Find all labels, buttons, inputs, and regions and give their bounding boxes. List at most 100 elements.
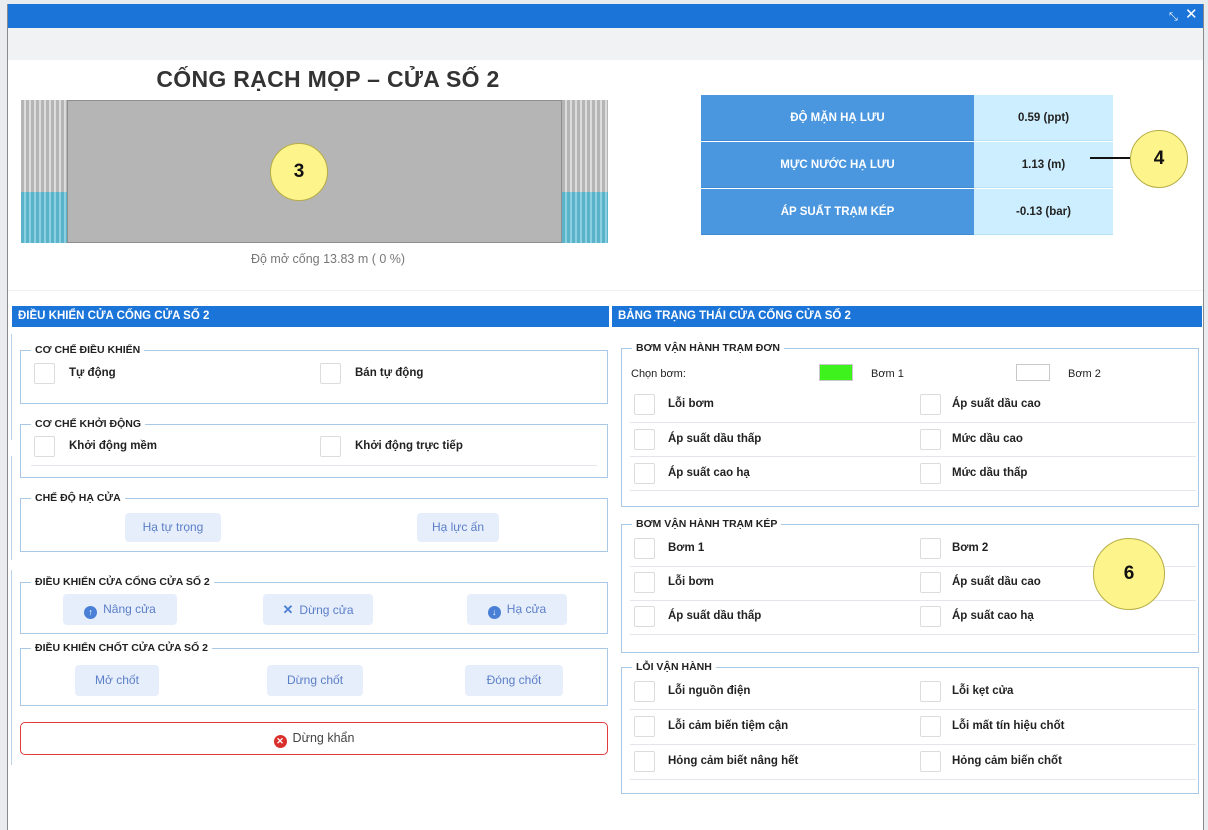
panel-edge bbox=[8, 570, 12, 765]
right-pillar bbox=[562, 100, 608, 243]
status-label: Áp suất cao hạ bbox=[668, 467, 750, 479]
option-label: Tự động bbox=[69, 367, 116, 379]
row-divider bbox=[630, 422, 1196, 423]
page-title: CỐNG RẠCH MỌP – CỬA SỐ 2 bbox=[156, 66, 500, 92]
auto-checkbox[interactable] bbox=[34, 363, 55, 384]
button-label: Dừng cửa bbox=[299, 603, 354, 617]
x-icon: ✕ bbox=[282, 602, 294, 617]
pump2-indicator bbox=[1016, 364, 1050, 381]
status-label: Áp suất dầu thấp bbox=[668, 610, 762, 622]
gate-control-group: ĐIỀU KHIỂN CỬA CỐNG CỬA SỐ 2 ↑ Nâng cửa ✕… bbox=[20, 575, 608, 634]
lower-gate-button[interactable]: ↓ Hạ cửa bbox=[467, 594, 567, 625]
sensor-label: MỰC NƯỚC HẠ LƯU bbox=[701, 142, 974, 188]
sensor-row: ĐỘ MẶN HẠ LƯU 0.59 (ppt) bbox=[701, 95, 1113, 142]
status-indicator bbox=[920, 751, 941, 772]
status-label: Lỗi mất tín hiệu chốt bbox=[952, 720, 1065, 732]
status-indicator bbox=[634, 463, 655, 484]
force-lower-button[interactable]: Hạ lực ấn bbox=[417, 513, 499, 542]
arrow-down-circle-icon: ↓ bbox=[487, 606, 501, 619]
status-label: Lỗi cảm biến tiệm cận bbox=[668, 720, 789, 732]
group-title: ĐIỀU KHIỂN CỬA CỐNG CỬA SỐ 2 bbox=[31, 575, 214, 589]
x-circle-icon: ✕ bbox=[273, 735, 287, 748]
panel-edge bbox=[8, 456, 12, 560]
status-indicator bbox=[920, 716, 941, 737]
stop-latch-button[interactable]: Dừng chốt bbox=[267, 665, 363, 696]
pump-label: Bơm 1 bbox=[871, 368, 904, 380]
option-label: Khởi động trực tiếp bbox=[355, 440, 463, 452]
gravity-lower-button[interactable]: Hạ tự trọng bbox=[125, 513, 221, 542]
control-section-header: ĐIỀU KHIỂN CỬA CỐNG CỬA SỐ 2 bbox=[12, 306, 609, 327]
sensor-label: ÁP SUẤT TRẠM KÉP bbox=[701, 189, 974, 235]
status-indicator bbox=[634, 716, 655, 737]
direct-start-checkbox[interactable] bbox=[320, 436, 341, 457]
row-divider bbox=[630, 634, 1196, 635]
status-indicator bbox=[920, 429, 941, 450]
status-label: Áp suất dầu cao bbox=[952, 576, 1041, 588]
lowering-mode-group: CHẾ ĐỘ HẠ CỬA Hạ tự trọng Hạ lực ấn bbox=[20, 491, 608, 552]
status-indicator bbox=[634, 538, 655, 559]
row-divider bbox=[630, 709, 1196, 710]
status-indicator bbox=[634, 751, 655, 772]
button-label: Dừng khẩn bbox=[292, 731, 355, 745]
soft-start-checkbox[interactable] bbox=[34, 436, 55, 457]
gate-opening-text: Độ mở cống 13.83 m ( 0 %) bbox=[250, 252, 406, 266]
group-title: CHẾ ĐỘ HẠ CỬA bbox=[31, 491, 125, 505]
semi-auto-checkbox[interactable] bbox=[320, 363, 341, 384]
sensor-table: ĐỘ MẶN HẠ LƯU 0.59 (ppt) MỰC NƯỚC HẠ LƯU… bbox=[701, 95, 1113, 238]
water-level-left bbox=[21, 192, 67, 243]
sensor-row: MỰC NƯỚC HẠ LƯU 1.13 (m) bbox=[701, 142, 1113, 189]
status-indicator bbox=[920, 572, 941, 593]
gate-control-window: ⤡ ✕ CỐNG RẠCH MỌP – CỬA SỐ 2 Độ mở cống … bbox=[7, 4, 1204, 830]
callout-line bbox=[1090, 157, 1130, 159]
group-title: ĐIỀU KHIỂN CHỐT CỬA CỬA SỐ 2 bbox=[31, 641, 212, 655]
sensor-value: -0.13 (bar) bbox=[974, 189, 1113, 235]
callout-marker: 4 bbox=[1130, 130, 1188, 188]
control-mechanism-group: CƠ CHẾ ĐIỀU KHIỂN Tự động Bán tự động bbox=[20, 343, 608, 404]
divider bbox=[8, 290, 1203, 291]
status-label: Lỗi bơm bbox=[668, 576, 714, 588]
status-indicator bbox=[634, 429, 655, 450]
status-label: Lỗi kẹt cửa bbox=[952, 685, 1014, 697]
status-label: Áp suất dầu thấp bbox=[668, 433, 762, 445]
status-label: Hỏng cảm biến chốt bbox=[952, 755, 1062, 767]
row-divider bbox=[630, 779, 1196, 780]
left-pillar bbox=[21, 100, 67, 243]
status-indicator bbox=[634, 394, 655, 415]
button-label: Nâng cửa bbox=[103, 602, 156, 616]
pump-label: Bơm 2 bbox=[1068, 368, 1101, 380]
choose-pump-label: Chọn bơm: bbox=[631, 368, 686, 380]
option-label: Bán tự động bbox=[355, 367, 424, 379]
sensor-label: ĐỘ MẶN HẠ LƯU bbox=[701, 95, 974, 141]
status-indicator bbox=[634, 572, 655, 593]
status-label: Mức dầu cao bbox=[952, 433, 1023, 445]
sensor-value: 0.59 (ppt) bbox=[974, 95, 1113, 141]
status-label: Áp suất cao hạ bbox=[952, 610, 1034, 622]
status-section-header: BẢNG TRẠNG THÁI CỬA CỐNG CỬA SỐ 2 bbox=[612, 306, 1202, 327]
sensor-row: ÁP SUẤT TRẠM KÉP -0.13 (bar) bbox=[701, 189, 1113, 236]
status-indicator bbox=[920, 681, 941, 702]
status-label: Lỗi bơm bbox=[668, 398, 714, 410]
row-divider bbox=[630, 744, 1196, 745]
startup-mechanism-group: CƠ CHẾ KHỞI ĐỘNG Khởi động mềm Khởi động… bbox=[20, 417, 608, 478]
callout-marker: 3 bbox=[270, 143, 328, 201]
emergency-stop-button[interactable]: ✕ Dừng khẩn bbox=[20, 722, 608, 755]
status-label: Áp suất dầu cao bbox=[952, 398, 1041, 410]
close-latch-button[interactable]: Đóng chốt bbox=[465, 665, 563, 696]
stop-gate-button[interactable]: ✕ Dừng cửa bbox=[263, 594, 373, 625]
row-divider bbox=[31, 465, 597, 466]
row-divider bbox=[630, 490, 1196, 491]
toolbar-strip bbox=[8, 28, 1203, 60]
latch-control-group: ĐIỀU KHIỂN CHỐT CỬA CỬA SỐ 2 Mở chốt Dừn… bbox=[20, 641, 608, 706]
open-latch-button[interactable]: Mở chốt bbox=[75, 665, 159, 696]
minimize-icon[interactable]: ⤡ bbox=[1169, 9, 1178, 25]
operation-errors-group: LỖI VẬN HÀNH Lỗi nguồn điện Lỗi kẹt cửa … bbox=[621, 660, 1199, 794]
raise-gate-button[interactable]: ↑ Nâng cửa bbox=[63, 594, 177, 625]
status-label: Bơm 1 bbox=[668, 542, 705, 554]
close-icon[interactable]: ✕ bbox=[1185, 7, 1198, 23]
group-title: CƠ CHẾ KHỞI ĐỘNG bbox=[31, 417, 145, 431]
status-indicator bbox=[920, 538, 941, 559]
status-indicator bbox=[920, 606, 941, 627]
panel-edge bbox=[8, 334, 12, 440]
status-indicator bbox=[634, 681, 655, 702]
callout-marker: 6 bbox=[1093, 538, 1165, 610]
